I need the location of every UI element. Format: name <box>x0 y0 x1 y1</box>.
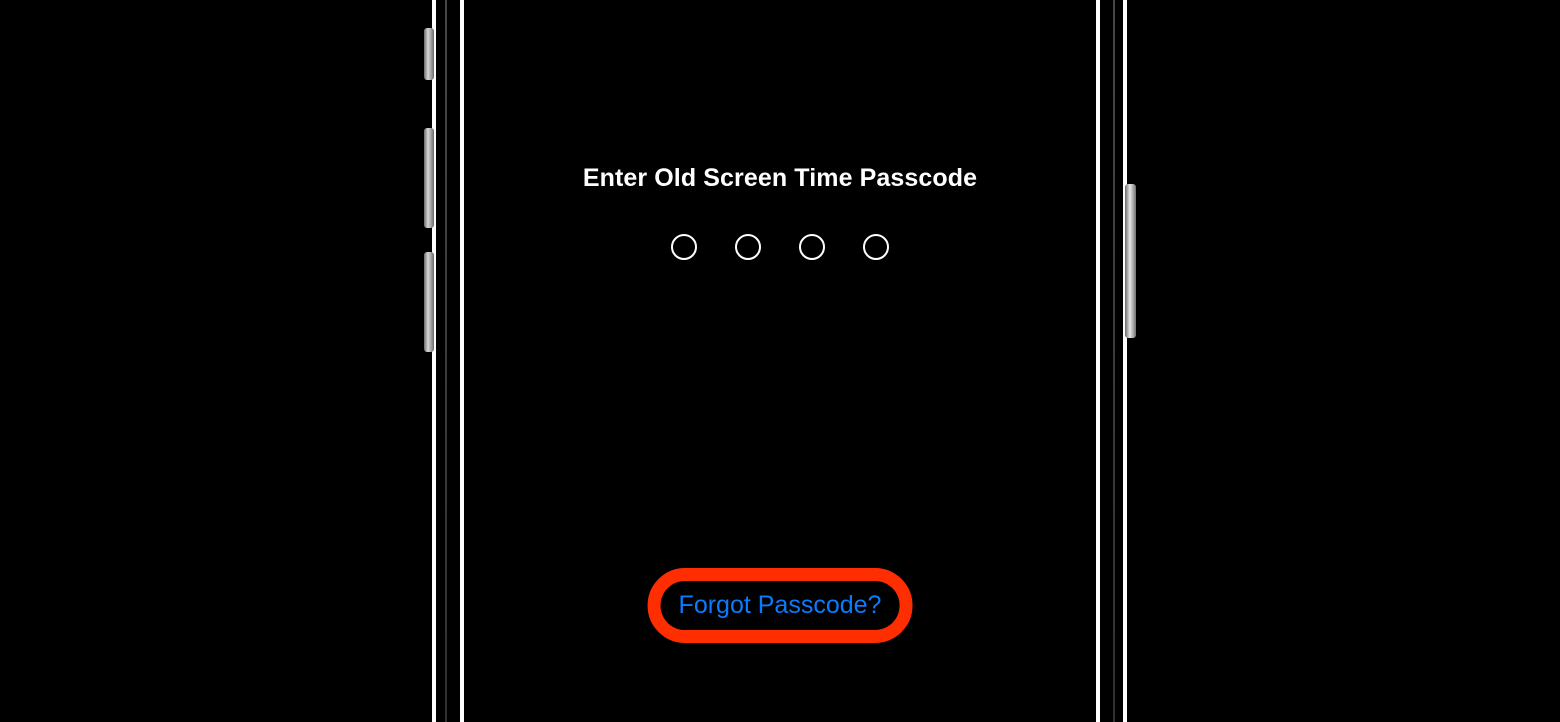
page-stage: Enter Old Screen Time Passcode Forgot Pa… <box>0 0 1560 722</box>
volume-up-button[interactable] <box>424 128 434 228</box>
passcode-prompt: Enter Old Screen Time Passcode <box>464 164 1096 193</box>
passcode-dot-1-icon <box>671 234 697 260</box>
phone-screen: Enter Old Screen Time Passcode Forgot Pa… <box>460 0 1100 722</box>
annotation-highlight-border: Forgot Passcode? <box>648 568 913 643</box>
forgot-passcode-link[interactable]: Forgot Passcode? <box>679 591 882 619</box>
power-button[interactable] <box>1125 184 1136 338</box>
passcode-dot-4-icon <box>863 234 889 260</box>
phone-frame-shadow-right <box>1113 0 1115 722</box>
volume-down-button[interactable] <box>424 252 434 352</box>
mute-switch[interactable] <box>424 28 434 80</box>
passcode-dots <box>464 234 1096 260</box>
forgot-passcode-highlight: Forgot Passcode? <box>648 568 913 643</box>
passcode-screen: Enter Old Screen Time Passcode Forgot Pa… <box>464 0 1096 722</box>
passcode-dot-2-icon <box>735 234 761 260</box>
phone-frame-shadow-left <box>445 0 447 722</box>
passcode-dot-3-icon <box>799 234 825 260</box>
